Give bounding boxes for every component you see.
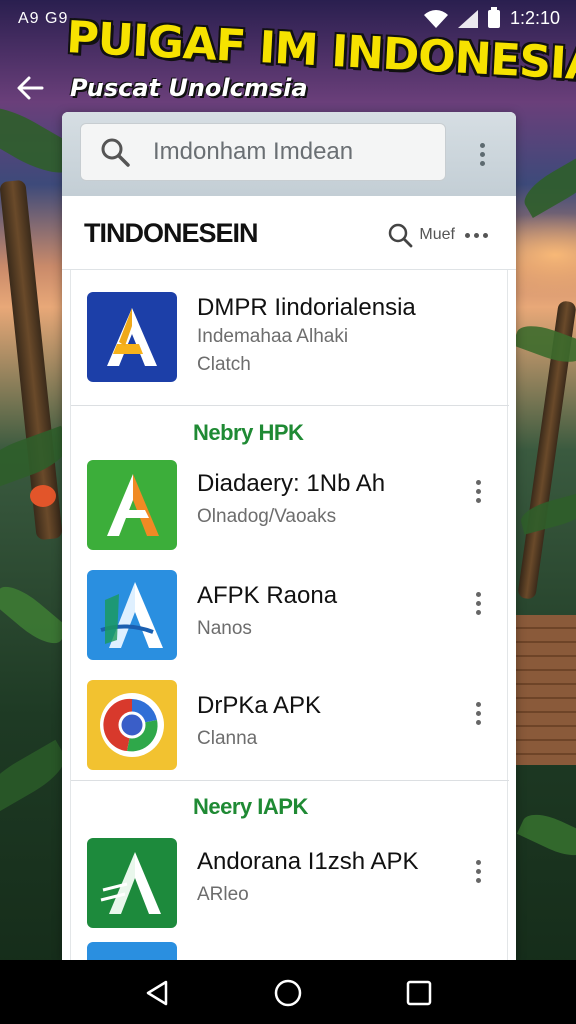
app-category: Clatch: [197, 354, 251, 375]
list-item[interactable]: Diadaery: 1Nb Ah Olnadog/Vaoaks: [71, 438, 509, 550]
app-developer: Clanna: [197, 728, 258, 749]
blue-white-a-logo-icon: [87, 570, 177, 660]
section-title: TINDONESEIN: [84, 218, 259, 248]
app-store-panel: Imdonham Imdean TINDONESEIN Muef DMPR Ii…: [62, 112, 516, 960]
list-item[interactable]: DMPR Iindorialensia Indemahaa Alhaki Cla…: [71, 270, 509, 382]
blue-a-logo-icon: [87, 292, 177, 382]
app-name: AFPK Raona: [197, 582, 338, 609]
status-left-text: A9 G9: [18, 10, 69, 27]
app-name: DrPKa APK: [197, 692, 322, 719]
more-options-icon[interactable]: [474, 138, 490, 170]
section-action-label[interactable]: Muef: [419, 226, 455, 244]
divider: [71, 780, 509, 781]
section-actions[interactable]: Muef: [387, 222, 488, 248]
list-item[interactable]: AFPK Raona Nanos: [71, 550, 509, 660]
signal-icon: [457, 9, 478, 28]
app-name: Andorana I1zsh APK: [197, 848, 419, 875]
home-circle-icon[interactable]: [273, 978, 303, 1008]
more-options-icon[interactable]: [471, 588, 485, 618]
more-options-icon[interactable]: [471, 476, 485, 506]
chrome-like-logo-icon: [87, 680, 177, 770]
battery-icon: [487, 6, 500, 28]
app-developer: Olnadog/Vaoaks: [197, 506, 337, 527]
more-options-icon[interactable]: [471, 698, 485, 728]
green-orange-a-logo-icon: [87, 460, 177, 550]
section-header: TINDONESEIN Muef: [62, 196, 516, 270]
app-name: DMPR Iindorialensia: [197, 294, 416, 321]
group-label: Neery IAPK: [193, 794, 308, 819]
wifi-icon: [423, 9, 448, 28]
app-developer: Indemahaa Alhaki: [197, 326, 349, 347]
app-list: DMPR Iindorialensia Indemahaa Alhaki Cla…: [70, 270, 509, 960]
back-triangle-icon[interactable]: [142, 978, 172, 1008]
recents-square-icon[interactable]: [404, 978, 434, 1008]
partial-app-icon: [87, 942, 177, 960]
search-icon: [101, 138, 130, 167]
app-name: Diadaery: 1Nb Ah: [197, 470, 386, 497]
clock: 1:2:10: [509, 8, 560, 28]
green-a-logo-icon: [87, 838, 177, 928]
list-item[interactable]: DrPKa APK Clanna: [71, 660, 509, 770]
divider: [71, 405, 509, 406]
navigation-bar: [0, 960, 576, 1024]
search-icon[interactable]: [387, 222, 413, 248]
search-input[interactable]: Imdonham Imdean: [80, 123, 446, 181]
more-horizontal-icon[interactable]: [465, 232, 488, 238]
back-arrow-icon[interactable]: [14, 72, 46, 104]
app-developer: ARleo: [197, 884, 249, 905]
list-item[interactable]: Andorana I1zsh APK ARleo: [71, 818, 509, 928]
app-developer: Nanos: [197, 618, 252, 639]
more-options-icon[interactable]: [471, 856, 485, 886]
search-area: Imdonham Imdean: [62, 112, 516, 196]
banner-subtitle: Puscat Unolcmsia: [70, 74, 308, 102]
search-placeholder: Imdonham Imdean: [153, 138, 354, 165]
